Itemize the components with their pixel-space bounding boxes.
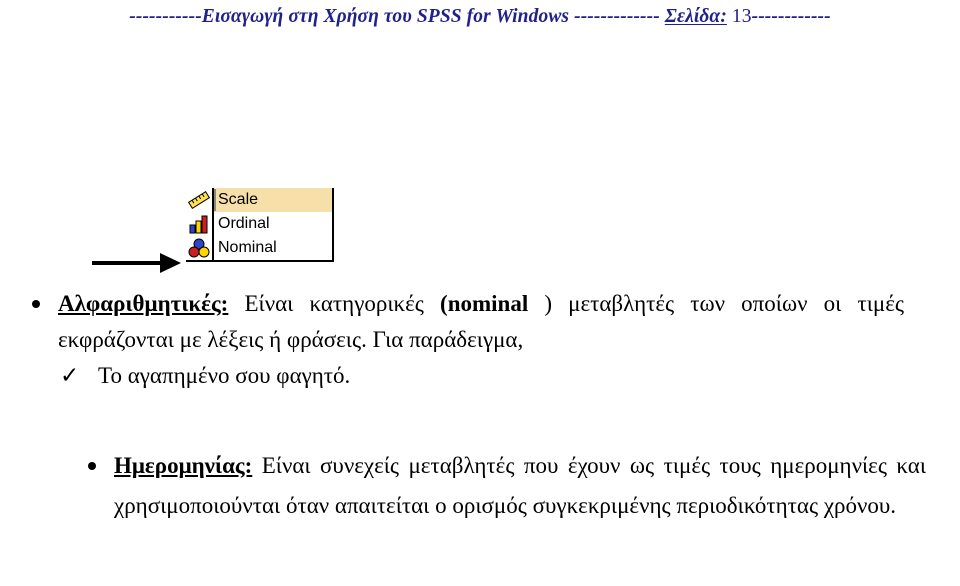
header-title: Εισαγωγή στη Χρήση του SPSS for Windows (201, 6, 570, 27)
header-page-number: 13 (726, 6, 752, 27)
measure-option-label-scale: Scale (214, 188, 332, 212)
header-page-label: Σελίδα: (664, 6, 727, 27)
body-text: Αλφαριθμητικές: Είναι κατηγορικές (nomin… (0, 286, 960, 526)
header-right-dashes: ------------ (751, 6, 831, 27)
page-header: -----------Εισαγωγή στη Χρήση του SPSS f… (0, 6, 960, 28)
measure-dropdown-list[interactable]: Scale Ordinal Nominal (186, 188, 334, 262)
bullet-icon (88, 462, 96, 470)
ruler-icon (186, 188, 212, 212)
term-alphanumeric: Αλφαριθμητικές: (58, 291, 229, 316)
measure-option-scale[interactable]: Scale (186, 188, 332, 212)
bar-chart-icon (186, 212, 212, 236)
header-mid-dashes: ------------- (569, 6, 665, 27)
pointer-arrow (92, 252, 188, 274)
colored-balls-icon (186, 236, 212, 260)
bullet-icon (32, 300, 40, 308)
arrow-shaft (92, 261, 164, 265)
alphanumeric-bold-nominal: (nominal (440, 291, 545, 316)
paragraph-date: Ημερομηνίας: Είναι συνεχείς μεταβλητές π… (86, 446, 926, 526)
paragraph-alphanumeric: Αλφαριθμητικές: Είναι κατηγορικές (nomin… (30, 286, 904, 358)
measure-option-nominal[interactable]: Nominal (186, 236, 332, 260)
ruler-icon-svg (188, 191, 210, 209)
date-line-1: Είναι συνεχείς μεταβλητές που έχουν ως τ… (252, 453, 761, 478)
alphanumeric-text-1: Είναι κατηγορικές (228, 291, 441, 316)
example-food-item: ✓ Το αγαπημένο σου φαγητό. (30, 358, 904, 394)
bar-chart-icon-svg (189, 215, 208, 234)
checkmark-icon: ✓ (60, 363, 80, 389)
header-left-dashes: ----------- (129, 6, 202, 27)
date-line-3: συγκεκριμένης περιοδικότητας χρόνου. (532, 493, 897, 518)
example-food-text: Το αγαπημένο σου φαγητό. (98, 363, 351, 388)
colored-balls-icon-svg (188, 238, 210, 258)
measure-option-ordinal[interactable]: Ordinal (186, 212, 332, 236)
measure-option-label-ordinal: Ordinal (218, 215, 270, 232)
measure-figure: Scale Ordinal Nominal (0, 182, 960, 278)
measure-option-label-nominal: Nominal (218, 239, 277, 256)
arrow-head-icon (160, 253, 181, 273)
term-date: Ημερομηνίας: (114, 453, 253, 478)
